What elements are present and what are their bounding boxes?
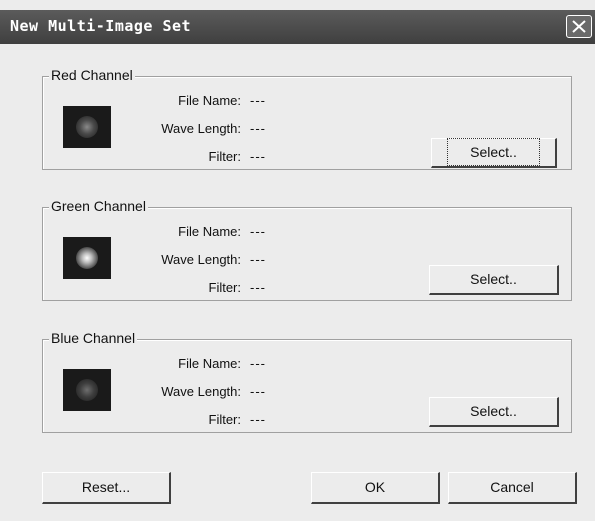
ok-label: OK xyxy=(364,479,386,495)
blue-select-label: Select.. xyxy=(470,403,517,419)
blue-wave-length-value: --- xyxy=(250,384,266,399)
dialog-window: New Multi-Image Set Red Channel File Nam… xyxy=(0,0,595,521)
green-select-button[interactable]: Select.. xyxy=(429,265,559,295)
blue-select-button[interactable]: Select.. xyxy=(429,397,559,427)
green-wave-length-value: --- xyxy=(250,252,266,267)
wave-length-label: Wave Length: xyxy=(161,252,241,267)
close-icon xyxy=(572,20,586,33)
red-wave-length-value: --- xyxy=(250,121,266,136)
green-channel-thumbnail xyxy=(63,237,111,279)
green-filter-value: --- xyxy=(250,280,266,295)
file-name-label: File Name: xyxy=(178,356,241,371)
cancel-label: Cancel xyxy=(490,479,534,495)
green-channel-group: Green Channel File Name: --- Wave Length… xyxy=(42,198,572,301)
dialog-title: New Multi-Image Set xyxy=(10,17,192,35)
blue-channel-group: Blue Channel File Name: --- Wave Length:… xyxy=(42,330,572,433)
blue-channel-title: Blue Channel xyxy=(49,330,138,346)
red-select-button[interactable]: Select.. xyxy=(431,138,557,168)
red-filter-value: --- xyxy=(250,149,266,164)
green-file-name-value: --- xyxy=(250,224,266,239)
reset-button[interactable]: Reset... xyxy=(42,472,171,504)
reset-label: Reset... xyxy=(81,479,131,495)
red-select-label: Select.. xyxy=(447,138,540,166)
blue-file-name-value: --- xyxy=(250,356,266,371)
red-channel-group: Red Channel File Name: --- Wave Length: … xyxy=(42,67,572,170)
ok-button[interactable]: OK xyxy=(311,472,440,504)
red-channel-title: Red Channel xyxy=(49,67,135,83)
cancel-button[interactable]: Cancel xyxy=(448,472,577,504)
filter-label: Filter: xyxy=(208,412,242,427)
green-channel-title: Green Channel xyxy=(49,198,148,214)
blue-filter-value: --- xyxy=(250,412,266,427)
red-file-name-value: --- xyxy=(250,93,266,108)
green-select-label: Select.. xyxy=(470,271,517,287)
file-name-label: File Name: xyxy=(178,93,241,108)
wave-length-label: Wave Length: xyxy=(161,121,241,136)
filter-label: Filter: xyxy=(208,280,242,295)
close-button[interactable] xyxy=(566,15,592,38)
red-channel-thumbnail xyxy=(63,106,111,148)
wave-length-label: Wave Length: xyxy=(161,384,241,399)
title-bar[interactable]: New Multi-Image Set xyxy=(0,10,595,44)
blue-channel-thumbnail xyxy=(63,369,111,411)
file-name-label: File Name: xyxy=(178,224,241,239)
filter-label: Filter: xyxy=(208,149,242,164)
